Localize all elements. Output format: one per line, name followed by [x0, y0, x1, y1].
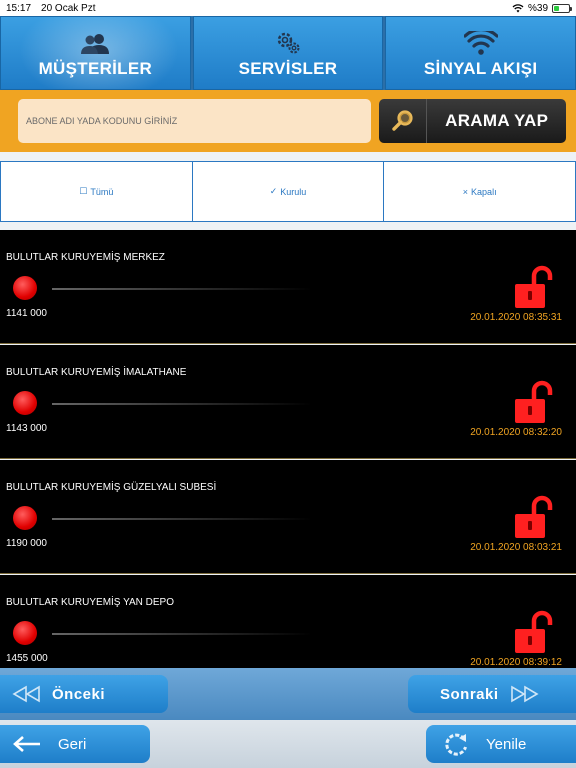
search-input[interactable] — [18, 99, 372, 143]
refresh-label: Yenile — [486, 735, 527, 753]
subscriber-name: BULUTLAR KURUYEMİŞ MERKEZ — [6, 252, 165, 263]
search-bar: ARAMA YAP — [0, 90, 576, 152]
tab-label: SERVİSLER — [238, 59, 338, 78]
back-label: Geri — [58, 735, 87, 753]
status-time: 15:17 — [6, 2, 32, 14]
double-chevron-right-icon — [510, 685, 539, 703]
top-nav: MÜŞTERİLER SERVİSLER SİNYAL AKIŞI — [0, 16, 576, 90]
filter-closed[interactable]: × Kapalı — [383, 162, 575, 221]
pager: Önceki Sonraki — [0, 668, 576, 720]
filter-label: Tümü — [90, 186, 114, 197]
status-indicator — [13, 621, 37, 645]
next-button[interactable]: Sonraki — [408, 675, 576, 713]
arrow-left-icon — [13, 736, 40, 752]
search-button[interactable]: ARAMA YAP — [379, 99, 566, 143]
bottom-bar: Geri Yenile — [0, 720, 576, 768]
subscriber-list: BULUTLAR KURUYEMİŞ MERKEZ 1141 000 20.01… — [0, 230, 576, 668]
subscriber-name: BULUTLAR KURUYEMİŞ GÜZELYALI SUBESİ — [6, 482, 217, 493]
wifi-icon — [463, 31, 498, 55]
subscriber-code: 1455 000 — [6, 653, 48, 664]
filter-all[interactable]: ☐ Tümü — [1, 162, 192, 221]
list-item[interactable]: BULUTLAR KURUYEMİŞ YAN DEPO 1455 000 20.… — [0, 575, 576, 668]
search-button-label: ARAMA YAP — [445, 111, 549, 130]
refresh-icon — [445, 733, 467, 756]
subscriber-name: BULUTLAR KURUYEMİŞ YAN DEPO — [6, 597, 175, 608]
subscriber-name: BULUTLAR KURUYEMİŞ İMALATHANE — [6, 367, 187, 378]
filter-label: Kapalı — [471, 186, 497, 197]
status-indicator — [13, 276, 37, 300]
unlock-icon — [515, 610, 553, 653]
tab-label: MÜŞTERİLER — [38, 59, 153, 78]
refresh-button[interactable]: Yenile — [426, 725, 576, 763]
list-item[interactable]: BULUTLAR KURUYEMİŞ İMALATHANE 1143 000 2… — [0, 345, 576, 459]
timestamp: 20.01.2020 08:03:21 — [470, 542, 562, 553]
divider — [52, 403, 312, 405]
subscriber-code: 1141 000 — [6, 308, 47, 319]
close-icon: × — [462, 186, 469, 197]
divider — [52, 633, 312, 635]
tab-label: SİNYAL AKIŞI — [423, 59, 538, 78]
list-item[interactable]: BULUTLAR KURUYEMİŞ MERKEZ 1141 000 20.01… — [0, 230, 576, 344]
divider — [52, 288, 312, 290]
checkbox-icon: ☐ — [79, 186, 88, 196]
unlock-icon — [515, 265, 553, 308]
timestamp: 20.01.2020 08:35:31 — [470, 312, 562, 323]
unlock-icon — [515, 380, 553, 423]
filter-bar: ☐ Tümü ✓ Kurulu × Kapalı — [0, 161, 576, 222]
status-indicator — [13, 391, 37, 415]
filter-installed[interactable]: ✓ Kurulu — [191, 162, 384, 221]
tab-sinyal-akisi[interactable]: SİNYAL AKIŞI — [385, 16, 576, 90]
double-chevron-left-icon — [12, 685, 40, 703]
divider — [52, 518, 312, 520]
filter-label: Kurulu — [280, 186, 307, 197]
tab-musteriler[interactable]: MÜŞTERİLER — [0, 16, 191, 90]
wifi-icon — [512, 3, 524, 12]
subscriber-code: 1190 000 — [6, 538, 47, 549]
check-icon: ✓ — [269, 186, 278, 196]
status-date: 20 Ocak Pzt — [41, 2, 96, 14]
list-item[interactable]: BULUTLAR KURUYEMİŞ GÜZELYALI SUBESİ 1190… — [0, 460, 576, 574]
tab-servisler[interactable]: SERVİSLER — [192, 16, 384, 90]
battery-percent: %39 — [527, 2, 548, 14]
users-icon — [81, 34, 110, 54]
battery-icon — [552, 3, 572, 13]
back-button[interactable]: Geri — [0, 725, 150, 763]
unlock-icon — [515, 495, 553, 538]
status-bar: 15:17 20 Ocak Pzt %39 — [0, 0, 576, 16]
subscriber-code: 1143 000 — [6, 423, 47, 434]
next-label: Sonraki — [440, 685, 499, 703]
gears-icon — [277, 32, 300, 54]
search-icon — [392, 110, 413, 131]
timestamp: 20.01.2020 08:39:12 — [470, 657, 562, 668]
previous-label: Önceki — [52, 685, 106, 703]
timestamp: 20.01.2020 08:32:20 — [470, 427, 562, 438]
status-indicator — [13, 506, 37, 530]
previous-button[interactable]: Önceki — [0, 675, 168, 713]
